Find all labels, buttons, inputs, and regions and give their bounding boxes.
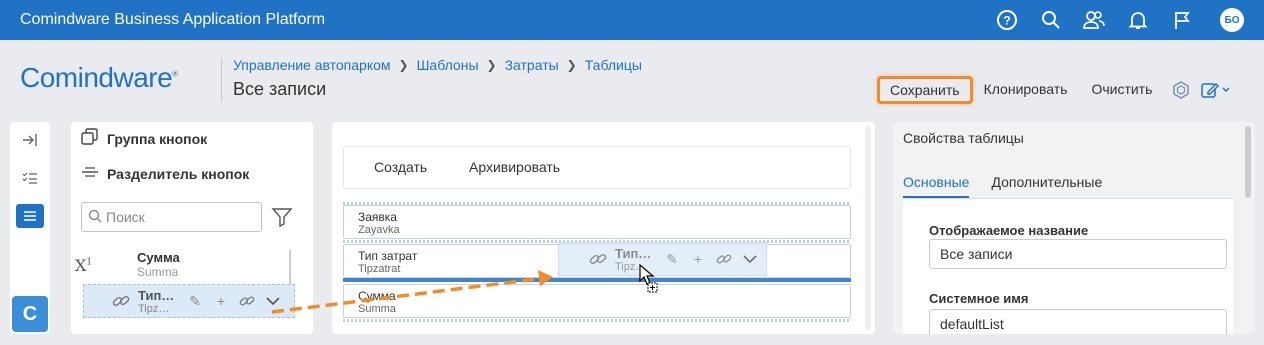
properties-panel: Свойства таблицы Основные Дополнительные… — [893, 122, 1255, 334]
system-name-label: Системное имя — [929, 291, 1029, 306]
chevron-down-icon — [741, 250, 759, 268]
hexagon-icon[interactable] — [1169, 78, 1193, 102]
properties-form: Отображаемое название Все записи Системн… — [903, 198, 1233, 334]
list-icon[interactable] — [16, 204, 44, 228]
column-system-name: Summa — [358, 303, 396, 315]
table-designer-canvas: Создать Архивировать Заявка Zayavka Тип … — [332, 122, 875, 334]
link-icon — [715, 250, 733, 268]
dragged-field-source[interactable]: Тип… Tipz… ✎ + — [83, 284, 295, 318]
plus-icon: + — [693, 251, 703, 267]
display-name-field[interactable]: Все записи — [929, 239, 1227, 269]
chevron-right-icon: ❯ — [398, 58, 409, 72]
breadcrumb-templates[interactable]: Шаблоны — [417, 57, 479, 73]
button-group-icon — [81, 128, 99, 149]
create-button[interactable]: Создать — [374, 159, 427, 175]
display-name-label: Отображаемое название — [929, 223, 1089, 238]
chevron-right-icon: ❯ — [566, 58, 577, 72]
link-icon[interactable] — [238, 292, 256, 310]
field-name: Тип… — [138, 287, 175, 303]
ghost-name: Тип… — [615, 245, 652, 261]
filter-icon[interactable] — [271, 206, 293, 228]
field-item[interactable]: X1 Сумма Summa — [75, 250, 180, 279]
checklist-icon[interactable] — [16, 166, 44, 190]
pencil-icon[interactable]: ✎ — [186, 292, 204, 310]
link-icon — [112, 292, 130, 310]
breadcrumb: Управление автопарком ❯ Шаблоны ❯ Затрат… — [233, 57, 642, 73]
save-button[interactable]: Сохранить — [877, 76, 973, 104]
bell-icon[interactable] — [1126, 8, 1150, 32]
drop-zone — [343, 319, 851, 322]
page-title: Все записи — [233, 79, 327, 99]
column-item[interactable]: Заявка Zayavka — [343, 205, 851, 239]
user-avatar[interactable]: БО — [1220, 8, 1244, 32]
plus-icon[interactable]: + — [212, 292, 230, 310]
archive-button[interactable]: Архивировать — [469, 159, 560, 175]
search-placeholder: Поиск — [106, 209, 145, 225]
system-name-field[interactable]: defaultList — [929, 309, 1227, 334]
c-app-icon[interactable]: C — [12, 296, 48, 332]
edit-menu-icon[interactable] — [1199, 78, 1233, 102]
search-icon — [88, 209, 102, 226]
breadcrumb-fleet[interactable]: Управление автопарком — [233, 57, 391, 73]
header-actions: Сохранить Клонировать Очистить — [877, 76, 1233, 104]
field-system-name: Tipz… — [138, 302, 170, 315]
breadcrumb-costs[interactable]: Затраты — [505, 57, 559, 73]
logo-text: Comindware — [20, 62, 173, 93]
pencil-icon: ✎ — [666, 250, 678, 267]
column-name: Сумма — [358, 289, 396, 303]
table-toolbar: Создать Архивировать — [343, 146, 851, 189]
drag-ghost: Тип… Tipz… ✎ + — [558, 242, 767, 276]
logo-mark: ® — [172, 69, 178, 79]
header-divider — [221, 58, 222, 102]
properties-title: Свойства таблицы — [903, 130, 1024, 146]
element-palette: Группа кнопок Разделитель кнопок Поиск X… — [71, 122, 313, 334]
flag-icon[interactable] — [1170, 8, 1194, 32]
top-bar: Comindware Business Application Platform… — [0, 0, 1264, 40]
properties-scrollbar[interactable] — [1245, 126, 1251, 330]
field-text: Тип… Tipz… — [138, 288, 178, 315]
button-group-label: Группа кнопок — [107, 130, 208, 147]
clear-button[interactable]: Очистить — [1080, 76, 1163, 104]
collapse-icon[interactable] — [16, 128, 44, 152]
column-name: Заявка — [358, 210, 397, 224]
column-item[interactable]: Сумма Summa — [343, 284, 851, 318]
cursor-icon — [639, 263, 661, 294]
scrollbar-thumb[interactable] — [1245, 126, 1251, 198]
clone-button[interactable]: Клонировать — [973, 76, 1079, 104]
number-icon: X1 — [75, 256, 93, 275]
users-icon[interactable] — [1082, 8, 1106, 32]
search-input[interactable]: Поиск — [81, 202, 262, 232]
canvas-scrollbar[interactable] — [865, 126, 871, 330]
search-icon[interactable] — [1039, 8, 1063, 32]
separator-icon — [81, 163, 99, 184]
properties-tabs: Основные Дополнительные — [903, 174, 1102, 198]
breadcrumb-tables[interactable]: Таблицы — [585, 57, 642, 73]
button-group-item[interactable]: Группа кнопок — [81, 128, 207, 149]
tab-additional[interactable]: Дополнительные — [991, 174, 1102, 198]
tab-main[interactable]: Основные — [903, 174, 970, 198]
chevron-down-icon[interactable] — [264, 292, 282, 310]
button-separator-item[interactable]: Разделитель кнопок — [81, 163, 249, 184]
field-name: Сумма — [137, 250, 180, 265]
left-rail: C — [10, 122, 50, 334]
help-icon[interactable]: ? — [995, 8, 1019, 32]
link-icon — [589, 250, 607, 268]
svg-text:?: ? — [1003, 14, 1010, 28]
button-separator-label: Разделитель кнопок — [107, 165, 250, 182]
field-system-name: Summa — [137, 265, 179, 279]
column-system-name: Zayavka — [358, 224, 400, 236]
chevron-right-icon: ❯ — [486, 58, 497, 72]
app-title: Comindware Business Application Platform — [20, 11, 326, 28]
drop-indicator — [343, 278, 851, 282]
comindware-logo[interactable]: Comindware® — [20, 62, 178, 94]
